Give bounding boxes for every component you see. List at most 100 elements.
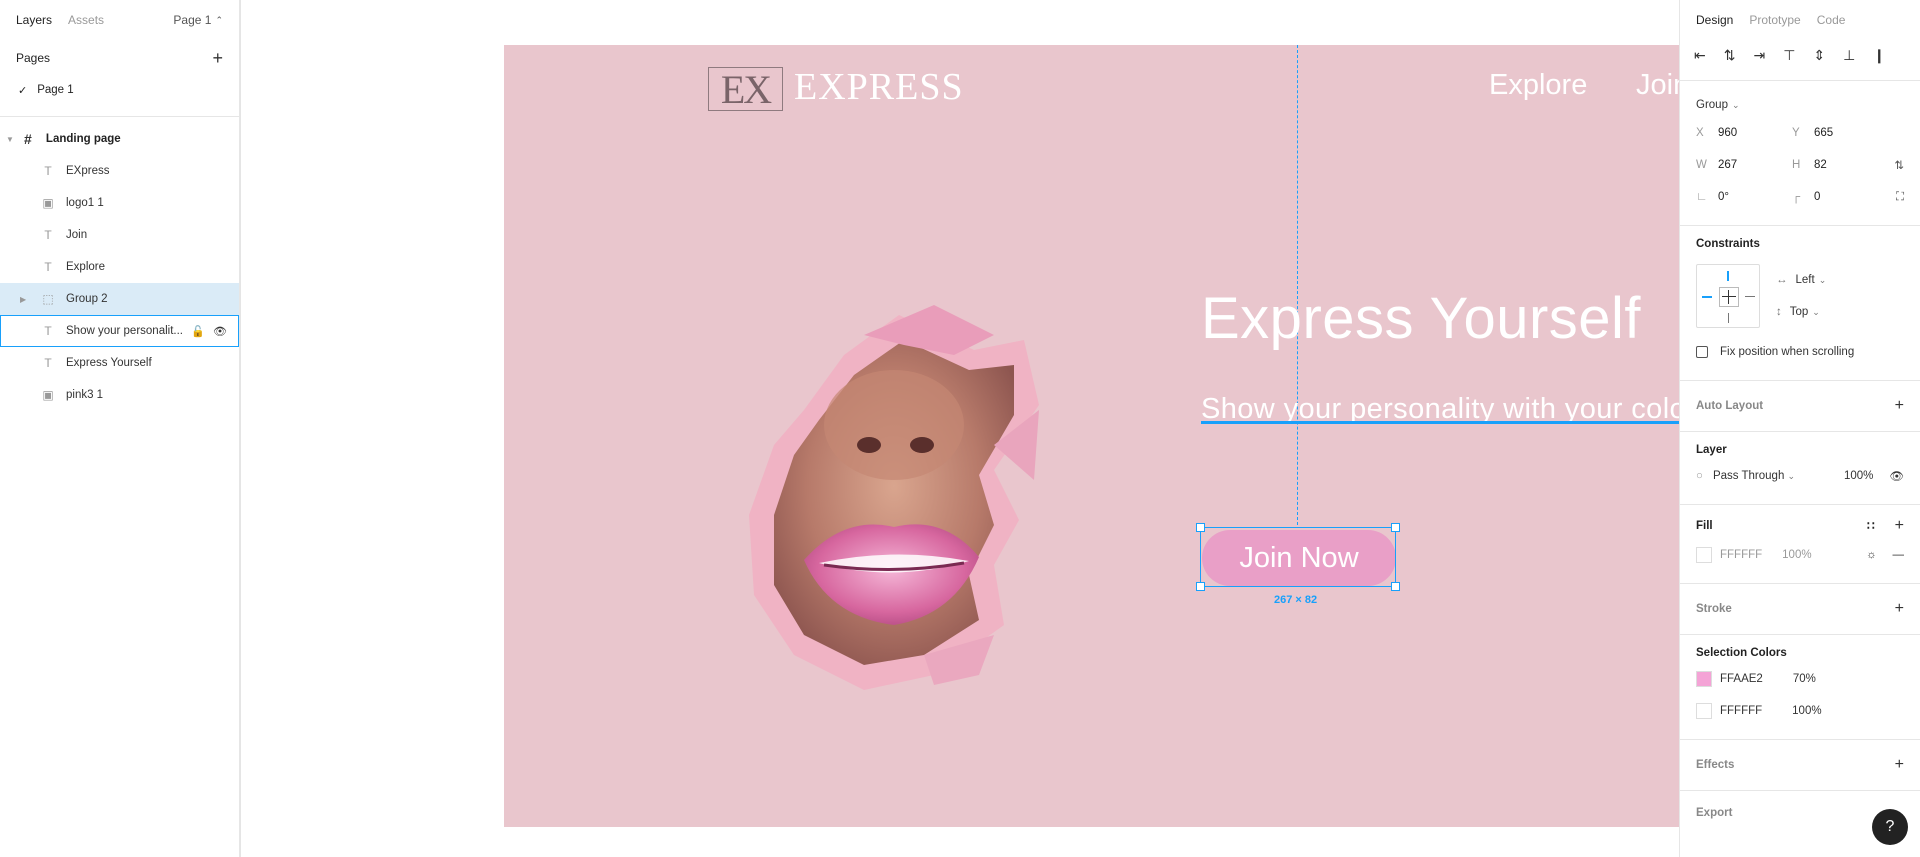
- right-panel-tabs: Design Prototype Code: [1680, 0, 1920, 40]
- add-auto-layout-icon[interactable]: +: [1895, 397, 1904, 415]
- page-selector-label: Page 1: [173, 13, 212, 27]
- layer-label: EXpress: [66, 165, 110, 177]
- tab-layers[interactable]: Layers: [16, 13, 52, 27]
- stroke-title: Stroke: [1696, 603, 1732, 615]
- text-icon: T: [44, 356, 52, 370]
- effects-section: Effects +: [1680, 739, 1920, 790]
- constraint-vertical-dropdown[interactable]: ↕ Top ⌄: [1776, 296, 1826, 328]
- eye-icon[interactable]: 👁: [213, 325, 227, 338]
- fill-swatch[interactable]: [1696, 547, 1712, 563]
- constrain-proportions-icon[interactable]: ⇅: [1894, 158, 1904, 172]
- canvas[interactable]: EX EXPRESS Explore Join Express Yourself…: [241, 0, 1897, 857]
- page-item-label: Page 1: [37, 84, 74, 96]
- fill-opacity[interactable]: 100%: [1782, 549, 1811, 561]
- layer-item[interactable]: T EXpress: [0, 155, 239, 187]
- resize-handle[interactable]: [1391, 582, 1400, 591]
- help-button[interactable]: ?: [1872, 809, 1908, 845]
- vertical-arrows-icon: ↕: [1776, 306, 1782, 318]
- text-icon: T: [44, 228, 52, 242]
- selection-color-opacity: 70%: [1792, 673, 1816, 685]
- resize-handle[interactable]: [1196, 523, 1205, 532]
- style-grid-icon[interactable]: ∷: [1867, 519, 1875, 533]
- selection-color-row[interactable]: FFAAE2 70%: [1696, 663, 1904, 695]
- align-left-icon[interactable]: ⇤: [1694, 47, 1706, 64]
- fill-hex[interactable]: FFFFFF: [1720, 549, 1762, 561]
- brand-logo[interactable]: EX: [708, 67, 783, 112]
- radius-field[interactable]: ┌ 0: [1792, 191, 1888, 203]
- align-top-icon[interactable]: ⊤: [1783, 47, 1795, 64]
- w-value: 267: [1718, 159, 1738, 171]
- text-icon: T: [44, 260, 52, 274]
- tab-prototype[interactable]: Prototype: [1749, 13, 1800, 27]
- nav-explore[interactable]: Explore: [1489, 69, 1587, 102]
- resize-handle[interactable]: [1391, 523, 1400, 532]
- tab-assets[interactable]: Assets: [68, 13, 104, 27]
- eye-hidden-icon[interactable]: ☼: [1866, 549, 1877, 561]
- layer-item-hovered[interactable]: T Show your personalit... 🔓 👁: [0, 315, 239, 347]
- w-field[interactable]: W 267: [1696, 159, 1792, 171]
- expand-caret-icon[interactable]: ▶: [20, 295, 26, 304]
- x-field[interactable]: X 960: [1696, 127, 1792, 139]
- constraint-horizontal-dropdown[interactable]: ↔ Left ⌄: [1776, 264, 1826, 296]
- brand-name[interactable]: EXPRESS: [794, 65, 964, 109]
- blend-mode-dropdown[interactable]: Pass Through ⌄: [1713, 470, 1795, 482]
- layer-section: Layer ○ Pass Through ⌄ 100% 👁: [1680, 431, 1920, 504]
- color-swatch[interactable]: [1696, 703, 1712, 719]
- rotation-value: 0°: [1718, 191, 1729, 203]
- layer-title: Layer: [1696, 444, 1727, 456]
- rotation-field[interactable]: ∟ 0°: [1696, 191, 1792, 203]
- tab-design[interactable]: Design: [1696, 13, 1733, 27]
- unlock-icon[interactable]: 🔓: [191, 325, 205, 338]
- add-fill-icon[interactable]: +: [1895, 517, 1904, 535]
- page-selector[interactable]: Page 1 ⌃: [173, 13, 223, 27]
- blend-mode-icon: ○: [1696, 470, 1703, 482]
- selection-color-hex: FFAAE2: [1720, 673, 1763, 685]
- lips-photo[interactable]: [694, 295, 1134, 725]
- group-icon: ⬚: [42, 292, 54, 306]
- layer-item[interactable]: T Join: [0, 219, 239, 251]
- selection-color-row[interactable]: FFFFFF 100%: [1696, 695, 1904, 727]
- constraints-widget[interactable]: [1696, 264, 1760, 328]
- h-field[interactable]: H 82: [1792, 159, 1888, 171]
- y-field[interactable]: Y 665: [1792, 127, 1888, 139]
- layer-item[interactable]: T Explore: [0, 251, 239, 283]
- align-center-h-icon[interactable]: ⇅: [1724, 47, 1736, 64]
- layer-item-selected[interactable]: ▶ ⬚ Group 2: [0, 283, 239, 315]
- layer-item[interactable]: ▣ logo1 1: [0, 187, 239, 219]
- add-effect-icon[interactable]: +: [1895, 756, 1904, 774]
- eye-icon[interactable]: 👁: [1889, 469, 1904, 483]
- align-bottom-icon[interactable]: ⊥: [1843, 47, 1855, 64]
- h-label: H: [1792, 159, 1801, 171]
- expand-caret-icon[interactable]: ▼: [6, 135, 14, 144]
- layers-panel: Layers Assets Page 1 ⌃ Pages + ✓ Page 1 …: [0, 0, 240, 857]
- align-center-v-icon[interactable]: ⇕: [1813, 47, 1825, 64]
- frame-icon: #: [24, 131, 32, 147]
- position-row: X 960 Y 665: [1696, 117, 1904, 149]
- independent-corners-icon[interactable]: ⛶: [1896, 191, 1904, 204]
- selection-colors-section: Selection Colors FFAAE2 70% FFFFFF 100%: [1680, 634, 1920, 739]
- remove-fill-icon[interactable]: —: [1893, 549, 1905, 561]
- add-page-icon[interactable]: +: [212, 48, 223, 69]
- pages-title: Pages: [16, 51, 51, 65]
- fix-position-row: Fix position when scrolling: [1696, 336, 1904, 368]
- add-stroke-icon[interactable]: +: [1895, 600, 1904, 618]
- text-icon: T: [44, 324, 52, 338]
- corner-radius-icon: ┌: [1792, 191, 1801, 203]
- layer-frame-landing-page[interactable]: ▼ # Landing page: [0, 123, 239, 155]
- fix-position-checkbox[interactable]: [1696, 346, 1708, 358]
- layer-item[interactable]: ▣ pink3 1: [0, 379, 239, 411]
- layer-opacity[interactable]: 100%: [1844, 470, 1873, 482]
- left-panel-tabs: Layers Assets Page 1 ⌃: [0, 0, 239, 40]
- layer-item[interactable]: T Express Yourself: [0, 347, 239, 379]
- resize-handle[interactable]: [1196, 582, 1205, 591]
- horizontal-arrows-icon: ↔: [1776, 274, 1788, 286]
- page-item[interactable]: ✓ Page 1: [0, 76, 239, 104]
- tab-code[interactable]: Code: [1817, 13, 1846, 27]
- selection-color-opacity: 100%: [1792, 705, 1822, 717]
- group-dropdown[interactable]: Group ⌄: [1696, 93, 1904, 117]
- distribute-icon[interactable]: ❙: [1873, 47, 1885, 64]
- selection-box[interactable]: [1196, 523, 1400, 591]
- align-right-icon[interactable]: ⇥: [1753, 47, 1765, 64]
- color-swatch[interactable]: [1696, 671, 1712, 687]
- hero-title[interactable]: Express Yourself: [1201, 285, 1641, 352]
